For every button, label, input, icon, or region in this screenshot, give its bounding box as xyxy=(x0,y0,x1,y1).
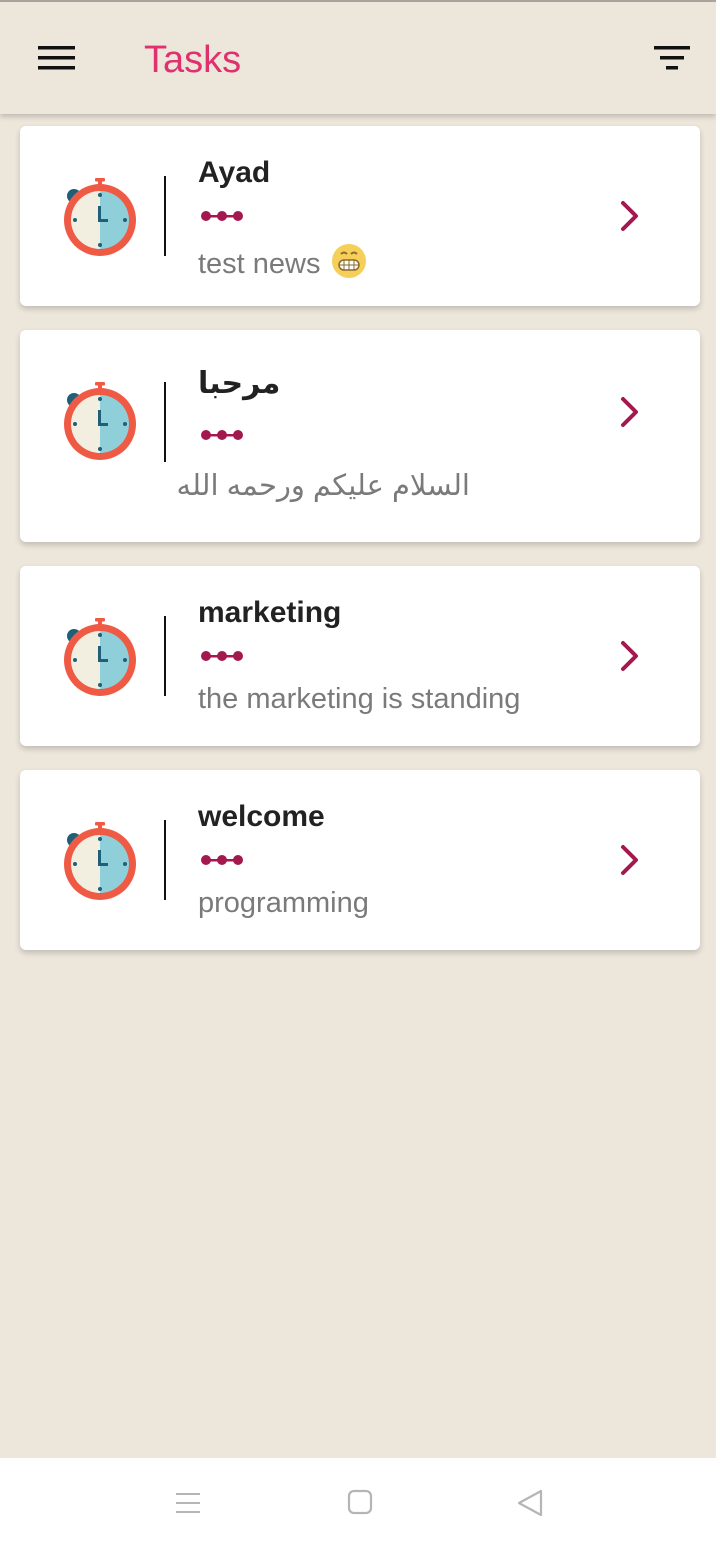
task-card[interactable]: Ayad test news xyxy=(20,126,700,306)
divider xyxy=(164,820,166,900)
home-icon xyxy=(347,1489,373,1515)
chevron-right-icon[interactable] xyxy=(618,395,642,429)
stopwatch-icon xyxy=(64,382,136,460)
chevron-right-icon[interactable] xyxy=(618,843,642,877)
back-icon xyxy=(517,1489,543,1517)
filter-icon xyxy=(654,46,690,70)
task-subtitle: the marketing is standing xyxy=(198,683,521,715)
dots-icon xyxy=(201,855,243,865)
divider xyxy=(164,382,166,462)
task-title: welcome xyxy=(198,800,325,833)
stopwatch-icon xyxy=(64,178,136,256)
task-title: marketing xyxy=(198,596,342,629)
task-subtitle: programming xyxy=(198,887,369,919)
task-subtitle: السلام عليكم ورحمه الله xyxy=(176,470,470,502)
dots-icon xyxy=(201,211,243,221)
task-title: مرحبا xyxy=(198,367,281,400)
filter-button[interactable] xyxy=(644,36,700,84)
home-button[interactable] xyxy=(340,1486,380,1520)
chevron-right-icon[interactable] xyxy=(618,199,642,233)
recent-apps-icon xyxy=(176,1493,200,1513)
task-card[interactable]: welcome programming xyxy=(20,770,700,950)
task-subtitle-text: test news xyxy=(198,248,321,280)
divider xyxy=(164,616,166,696)
task-subtitle: test news xyxy=(198,243,367,281)
dots-icon xyxy=(201,651,243,661)
recent-apps-button[interactable] xyxy=(168,1486,208,1520)
stopwatch-icon xyxy=(64,822,136,900)
menu-button[interactable] xyxy=(24,32,88,84)
task-card[interactable]: marketing the marketing is standing xyxy=(20,566,700,746)
divider xyxy=(164,176,166,256)
grinning-face-icon xyxy=(331,244,366,278)
dots-icon xyxy=(201,430,243,440)
chevron-right-icon[interactable] xyxy=(618,639,642,673)
system-nav-bar xyxy=(0,1458,716,1545)
task-card[interactable]: مرحبا السلام عليكم ورحمه الله xyxy=(20,330,700,542)
back-button[interactable] xyxy=(510,1486,550,1520)
hamburger-menu-icon xyxy=(38,46,75,70)
stopwatch-icon xyxy=(64,618,136,696)
task-title: Ayad xyxy=(198,156,271,189)
page-title: Tasks xyxy=(144,39,242,81)
app-bar: Tasks xyxy=(0,2,716,114)
